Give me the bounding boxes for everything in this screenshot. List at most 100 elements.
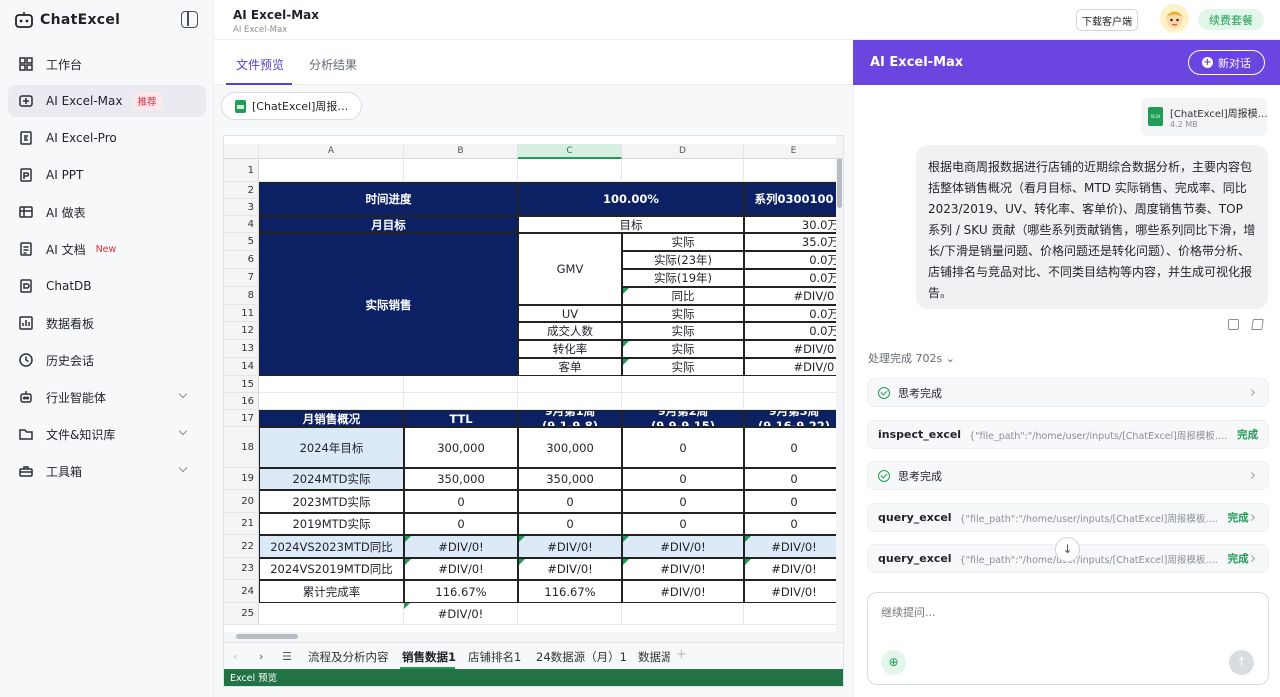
table-cell[interactable]: 0.0万 [744,251,843,269]
send-button[interactable]: ↑ [1229,650,1254,675]
summary-header-cell[interactable]: TTL [404,410,518,427]
table-cell[interactable] [259,159,404,182]
row-header[interactable]: 24 [224,580,259,603]
chevron-down-icon[interactable] [178,389,188,399]
table-cell[interactable]: 0 [744,427,843,468]
table-cell[interactable] [744,393,843,410]
table-cell[interactable]: 0 [404,490,518,513]
summary-header-cell[interactable]: 月销售概况 [259,410,404,427]
table-cell[interactable]: #DIV/0! [744,558,843,580]
download-client-button[interactable]: 下载客户端 [1076,9,1138,31]
table-cell[interactable]: #DIV/0! [404,603,518,625]
time-progress-label[interactable]: 时间进度 [259,182,518,216]
table-cell[interactable] [518,603,622,625]
sheet-tab[interactable]: 24数据源（月）1 [536,649,627,665]
table-cell[interactable]: #DIV/0! [622,535,744,558]
column-header[interactable]: E [744,144,843,159]
table-cell[interactable]: 350,000 [404,468,518,490]
process-summary[interactable]: 处理完成 702s ⌄ [868,350,955,366]
sheet-menu-icon[interactable]: ☰ [282,650,292,663]
table-cell[interactable]: 2024MTD实际 [259,468,404,490]
horizontal-scrollbar[interactable] [224,632,836,642]
table-cell[interactable]: 0.0万 [744,322,843,340]
table-cell[interactable]: 0.0万 [744,305,843,322]
table-cell[interactable]: 116.67% [404,580,518,603]
sheet-tab[interactable]: 店铺排名1 [468,649,521,665]
sidebar-item-0[interactable]: 工作台 [8,48,206,80]
sidebar-item-1[interactable]: AI Excel-Max 推荐 [8,85,206,117]
table-cell[interactable]: 0 [622,513,744,535]
table-cell[interactable] [404,159,518,182]
sidebar-item-7[interactable]: 数据看板 [8,307,206,339]
table-cell[interactable]: 35.0万 [744,233,843,251]
row-header[interactable]: 21 [224,513,259,535]
sidebar-item-2[interactable]: AI Excel-Pro [8,122,206,154]
sheet-next-icon[interactable]: › [259,650,263,663]
table-cell[interactable] [622,603,744,625]
table-cell[interactable]: 实际 [622,233,744,251]
row-header[interactable]: 4 [224,216,259,233]
avatar[interactable] [1160,4,1189,33]
column-header[interactable]: C [518,144,622,159]
sidebar-item-3[interactable]: AI PPT [8,159,206,191]
table-cell[interactable]: 0 [622,427,744,468]
table-cell[interactable]: 0 [744,513,843,535]
table-cell[interactable]: #DIV/0! [744,340,843,358]
tool-call-step[interactable]: inspect_excel {"file_path":"/home/user/in… [867,420,1269,449]
table-cell[interactable]: #DIV/0! [622,580,744,603]
month-target-label[interactable]: 月目标 [259,216,518,233]
table-cell[interactable] [404,393,518,410]
row-header[interactable]: 14 [224,358,259,376]
sidebar-item-8[interactable]: 历史会话 [8,344,206,376]
table-cell[interactable]: #DIV/0! [744,287,843,305]
row-header[interactable]: 15 [224,376,259,393]
copy-icon[interactable] [1228,319,1239,330]
sheet-tab[interactable]: 数据源 [638,649,670,665]
table-cell[interactable]: #DIV/0! [404,535,518,558]
table-cell[interactable]: #DIV/0! [622,558,744,580]
table-cell[interactable]: 成交人数 [518,322,622,340]
table-cell[interactable]: #DIV/0! [518,535,622,558]
summary-header-cell[interactable]: 9月第1周 (9.1-9.8) [518,410,622,427]
spreadsheet-grid[interactable]: 时间进度 100.00% 系列0300100 月目标 目标 30.0万 实际销售 GMV 实际 3… [223,135,844,687]
row-header[interactable]: 11 [224,305,259,322]
table-cell[interactable]: 累计完成率 [259,580,404,603]
row-header[interactable]: 2 [224,182,259,199]
table-cell[interactable]: 0 [518,490,622,513]
row-header[interactable]: 23 [224,558,259,580]
table-cell[interactable] [404,376,518,393]
sheet-tab[interactable]: 流程及分析内容 [308,649,389,665]
table-cell[interactable]: UV [518,305,622,322]
vertical-scrollbar[interactable] [836,136,843,646]
horizontal-scroll-thumb[interactable] [236,634,298,639]
table-cell[interactable]: 0 [622,490,744,513]
thinking-step[interactable]: 思考完成 [867,378,1269,407]
table-cell[interactable]: 116.67% [518,580,622,603]
table-cell[interactable]: 2024VS2019MTD同比 [259,558,404,580]
chevron-down-icon[interactable] [178,463,188,473]
column-header[interactable]: A [259,144,404,159]
table-cell[interactable]: 目标 [518,216,744,233]
sidebar-item-4[interactable]: AI 做表 [8,196,206,228]
table-cell[interactable]: #DIV/0! [404,558,518,580]
table-cell[interactable]: 300,000 [518,427,622,468]
renew-plan-button[interactable]: 续费套餐 [1198,9,1264,30]
table-cell[interactable]: 0 [744,468,843,490]
table-cell[interactable]: 实际(23年) [622,251,744,269]
table-cell[interactable]: 实际 [622,322,744,340]
row-header[interactable]: 25 [224,603,259,625]
table-cell[interactable]: #DIV/0! [744,580,843,603]
sheet-tab-active[interactable]: 销售数据1 [402,649,456,665]
table-cell[interactable]: 0.0万 [744,269,843,287]
row-header[interactable]: 6 [224,251,259,269]
sheet-prev-icon[interactable]: ‹ [233,650,237,663]
new-chat-button[interactable]: + 新对话 [1188,50,1265,75]
table-cell[interactable] [622,376,744,393]
app-logo[interactable]: ChatExcel [14,10,120,30]
row-header[interactable]: 16 [224,393,259,410]
table-cell[interactable]: 实际 [622,358,744,376]
row-header[interactable]: 17 [224,410,259,427]
summary-header-cell[interactable]: 9月第2周 (9.9-9.15) [622,410,744,427]
table-cell[interactable]: 2023MTD实际 [259,490,404,513]
table-cell[interactable]: 2024年目标 [259,427,404,468]
